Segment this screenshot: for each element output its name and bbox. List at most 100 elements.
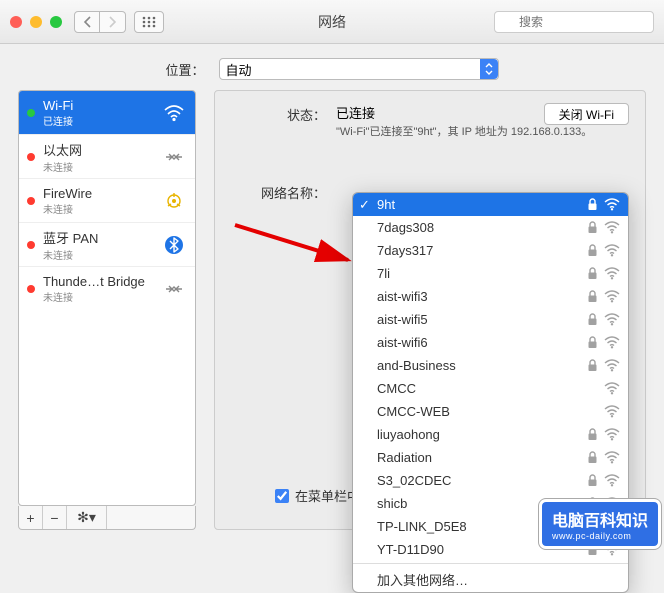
watermark-text: 电脑百科知识 bbox=[552, 513, 648, 530]
traffic-lights bbox=[10, 16, 62, 28]
network-option[interactable]: aist-wifi3 bbox=[353, 285, 628, 308]
wifi-signal-icon bbox=[604, 244, 620, 257]
zoom-button[interactable] bbox=[50, 16, 62, 28]
sidebar-item-sub: 未连接 bbox=[43, 159, 161, 174]
network-name: Radiation bbox=[377, 450, 432, 465]
minimize-button[interactable] bbox=[30, 16, 42, 28]
network-option[interactable]: 7days317 bbox=[353, 239, 628, 262]
lock-icon bbox=[587, 313, 598, 326]
separator bbox=[353, 563, 628, 564]
sidebar-item-title: 蓝牙 PAN bbox=[43, 228, 161, 247]
wifi-signal-icon bbox=[604, 451, 620, 464]
wifi-signal-icon bbox=[604, 267, 620, 280]
titlebar: 网络 bbox=[0, 0, 664, 44]
network-name: TP-LINK_D5E8 bbox=[377, 519, 467, 534]
sidebar-item-wifi[interactable]: Wi-Fi已连接 bbox=[19, 91, 195, 135]
wifi-signal-icon bbox=[604, 313, 620, 326]
back-button[interactable] bbox=[74, 11, 100, 33]
sidebar-item-title: Thunde…t Bridge bbox=[43, 274, 161, 289]
lock-icon bbox=[587, 267, 598, 280]
status-dot bbox=[27, 241, 35, 249]
lock-icon bbox=[587, 198, 598, 211]
network-option[interactable]: S3_02CDEC bbox=[353, 469, 628, 492]
network-name: aist-wifi5 bbox=[377, 312, 428, 327]
wifi-signal-icon bbox=[604, 474, 620, 487]
wifi-icon bbox=[161, 104, 187, 122]
lock-icon bbox=[587, 221, 598, 234]
status-dot bbox=[27, 153, 35, 161]
network-name: CMCC-WEB bbox=[377, 404, 450, 419]
status-dot bbox=[27, 285, 35, 293]
wifi-signal-icon bbox=[604, 382, 620, 395]
network-name: S3_02CDEC bbox=[377, 473, 451, 488]
sidebar: Wi-Fi已连接以太网未连接FireWire未连接蓝牙 PAN未连接Thunde… bbox=[18, 90, 196, 530]
sidebar-toolbar: + − ✻▾ bbox=[18, 506, 196, 530]
lock-icon bbox=[587, 428, 598, 441]
add-interface-button[interactable]: + bbox=[19, 506, 43, 529]
join-other-network[interactable]: 加入其他网络… bbox=[353, 566, 628, 592]
firewire-icon bbox=[161, 191, 187, 211]
ethernet-icon bbox=[161, 148, 187, 166]
network-option[interactable]: aist-wifi6 bbox=[353, 331, 628, 354]
network-option[interactable]: ✓9ht bbox=[353, 193, 628, 216]
sidebar-item-sub: 未连接 bbox=[43, 201, 161, 216]
wifi-signal-icon bbox=[604, 221, 620, 234]
search-input[interactable] bbox=[494, 11, 654, 33]
network-option[interactable]: aist-wifi5 bbox=[353, 308, 628, 331]
watermark-url: www.pc-daily.com bbox=[552, 531, 648, 541]
menubar-checkbox[interactable] bbox=[275, 489, 289, 503]
network-option[interactable]: Radiation bbox=[353, 446, 628, 469]
location-value: 自动 bbox=[226, 60, 252, 79]
sidebar-item-sub: 已连接 bbox=[43, 113, 161, 128]
network-option[interactable]: and-Business bbox=[353, 354, 628, 377]
status-label: 状态： bbox=[231, 103, 336, 124]
sidebar-item-title: Wi-Fi bbox=[43, 98, 161, 113]
network-name: 7dags308 bbox=[377, 220, 434, 235]
lock-icon bbox=[587, 244, 598, 257]
turn-wifi-off-button[interactable]: 关闭 Wi-Fi bbox=[544, 103, 629, 125]
network-name: 7li bbox=[377, 266, 390, 281]
location-row: 位置： 自动 bbox=[0, 44, 664, 90]
network-name: and-Business bbox=[377, 358, 456, 373]
lock-icon bbox=[587, 290, 598, 303]
wifi-signal-icon bbox=[604, 336, 620, 349]
network-name: 7days317 bbox=[377, 243, 433, 258]
network-option[interactable]: 7li bbox=[353, 262, 628, 285]
network-name: aist-wifi6 bbox=[377, 335, 428, 350]
network-option[interactable]: CMCC-WEB bbox=[353, 400, 628, 423]
network-name: YT-D11D90 bbox=[377, 542, 444, 557]
sidebar-item-ethernet[interactable]: 以太网未连接 bbox=[19, 135, 195, 179]
sidebar-item-firewire[interactable]: FireWire未连接 bbox=[19, 179, 195, 223]
select-arrows-icon bbox=[480, 59, 498, 79]
status-dot bbox=[27, 109, 35, 117]
wifi-signal-icon bbox=[604, 428, 620, 441]
wifi-signal-icon bbox=[604, 198, 620, 211]
network-option[interactable]: CMCC bbox=[353, 377, 628, 400]
sidebar-item-bluetooth[interactable]: 蓝牙 PAN未连接 bbox=[19, 223, 195, 267]
status-dot bbox=[27, 197, 35, 205]
network-name: aist-wifi3 bbox=[377, 289, 428, 304]
wifi-signal-icon bbox=[604, 290, 620, 303]
thunderbolt-icon bbox=[161, 280, 187, 298]
show-all-button[interactable] bbox=[134, 11, 164, 33]
network-name: shicb bbox=[377, 496, 407, 511]
network-name: CMCC bbox=[377, 381, 416, 396]
status-description: "Wi-Fi"已连接至"9ht"，其 IP 地址为 192.168.0.133。 bbox=[336, 125, 629, 139]
remove-interface-button[interactable]: − bbox=[43, 506, 67, 529]
lock-icon bbox=[587, 474, 598, 487]
lock-icon bbox=[587, 359, 598, 372]
sidebar-item-thunderbolt[interactable]: Thunde…t Bridge未连接 bbox=[19, 267, 195, 311]
interface-list: Wi-Fi已连接以太网未连接FireWire未连接蓝牙 PAN未连接Thunde… bbox=[18, 90, 196, 506]
sidebar-item-sub: 未连接 bbox=[43, 247, 161, 262]
network-option[interactable]: 7dags308 bbox=[353, 216, 628, 239]
close-button[interactable] bbox=[10, 16, 22, 28]
network-option[interactable]: liuyaohong bbox=[353, 423, 628, 446]
network-name-label: 网络名称： bbox=[231, 181, 336, 202]
gear-menu-button[interactable]: ✻▾ bbox=[67, 506, 107, 529]
wifi-signal-icon bbox=[604, 405, 620, 418]
lock-icon bbox=[587, 451, 598, 464]
location-label: 位置： bbox=[165, 60, 204, 79]
forward-button[interactable] bbox=[100, 11, 126, 33]
location-select[interactable]: 自动 bbox=[219, 58, 499, 80]
wifi-signal-icon bbox=[604, 359, 620, 372]
